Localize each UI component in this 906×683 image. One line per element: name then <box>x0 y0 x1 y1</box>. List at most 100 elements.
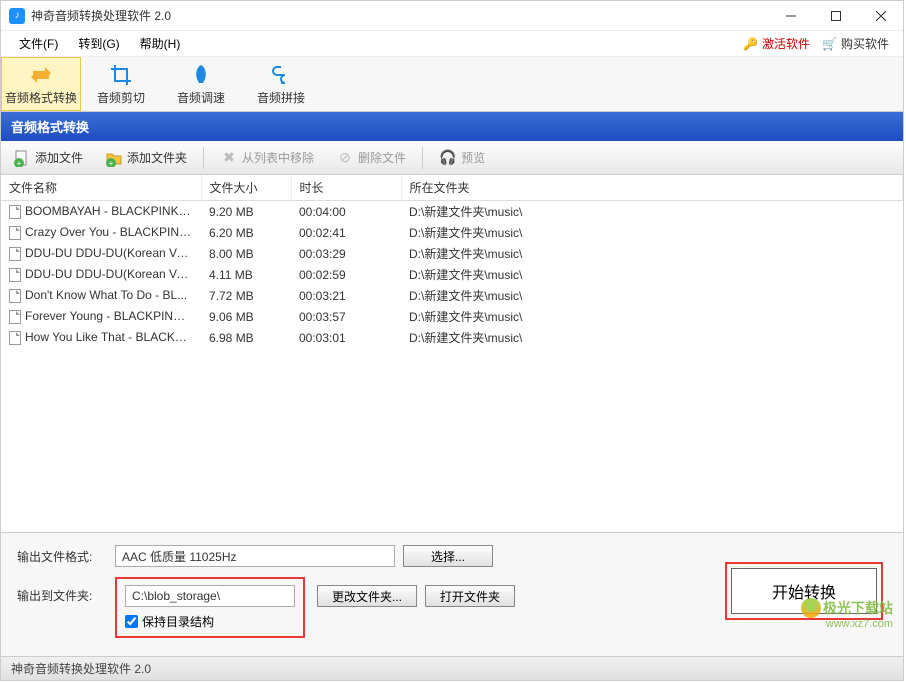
table-row[interactable]: Forever Young - BLACKPINK....9.06 MB00:0… <box>1 306 903 327</box>
preview-button[interactable]: 🎧 预览 <box>433 146 491 170</box>
separator <box>203 147 204 169</box>
cell-folder: D:\新建文件夹\music\ <box>401 201 903 223</box>
remove-icon: ✖ <box>220 149 238 167</box>
file-icon <box>9 289 21 303</box>
file-icon <box>9 226 21 240</box>
output-format-label: 输出文件格式: <box>17 548 107 565</box>
buy-label: 购买软件 <box>841 35 889 52</box>
menu-file[interactable]: 文件(F) <box>9 31 68 56</box>
cell-name: How You Like That - BLACKPI... <box>1 327 201 348</box>
section-header: 音频格式转换 <box>1 112 903 141</box>
menu-goto[interactable]: 转到(G) <box>68 31 129 56</box>
cell-folder: D:\新建文件夹\music\ <box>401 285 903 306</box>
output-folder-field[interactable] <box>125 585 295 607</box>
tool-join[interactable]: 音频拼接 <box>241 57 321 111</box>
activate-label: 激活软件 <box>762 35 810 52</box>
col-name[interactable]: 文件名称 <box>1 175 201 201</box>
output-format-field[interactable] <box>115 545 395 567</box>
select-format-button[interactable]: 选择... <box>403 545 493 567</box>
table-row[interactable]: Crazy Over You - BLACKPINK....6.20 MB00:… <box>1 222 903 243</box>
maximize-button[interactable] <box>813 1 858 31</box>
change-folder-button[interactable]: 更改文件夹... <box>317 585 417 607</box>
cell-folder: D:\新建文件夹\music\ <box>401 306 903 327</box>
rocket-icon <box>189 63 213 87</box>
table-row[interactable]: How You Like That - BLACKPI...6.98 MB00:… <box>1 327 903 348</box>
convert-icon <box>29 63 53 87</box>
table-row[interactable]: DDU-DU DDU-DU(Korean Ver...4.11 MB00:02:… <box>1 264 903 285</box>
buy-link[interactable]: 🛒 购买软件 <box>822 35 889 52</box>
add-file-button[interactable]: + 添加文件 <box>7 146 89 170</box>
file-icon <box>9 205 21 219</box>
cell-duration: 00:03:01 <box>291 327 401 348</box>
separator <box>422 147 423 169</box>
cell-duration: 00:02:41 <box>291 222 401 243</box>
tool-speed-label: 音频调速 <box>177 89 225 106</box>
minimize-button[interactable] <box>768 1 813 31</box>
window-title: 神奇音频转换处理软件 2.0 <box>31 7 768 24</box>
actionbar: + 添加文件 + 添加文件夹 ✖ 从列表中移除 ⊘ 删除文件 🎧 预览 <box>1 141 903 175</box>
output-folder-label: 输出到文件夹: <box>17 587 107 604</box>
cell-name: Crazy Over You - BLACKPINK.... <box>1 222 201 243</box>
cell-duration: 00:03:57 <box>291 306 401 327</box>
cell-folder: D:\新建文件夹\music\ <box>401 222 903 243</box>
remove-button[interactable]: ✖ 从列表中移除 <box>214 146 320 170</box>
cell-size: 4.11 MB <box>201 264 291 285</box>
watermark: 极光下载站 www.xz7.com <box>801 598 893 630</box>
cell-folder: D:\新建文件夹\music\ <box>401 243 903 264</box>
cell-name: DDU-DU DDU-DU(Korean Ver... <box>1 264 201 285</box>
watermark-url: www.xz7.com <box>826 618 893 630</box>
cell-size: 6.98 MB <box>201 327 291 348</box>
menubar: 文件(F) 转到(G) 帮助(H) 🔑 激活软件 🛒 购买软件 <box>1 31 903 57</box>
delete-icon: ⊘ <box>336 149 354 167</box>
add-folder-label: 添加文件夹 <box>127 149 187 166</box>
activate-link[interactable]: 🔑 激活软件 <box>743 35 810 52</box>
delete-button[interactable]: ⊘ 删除文件 <box>330 146 412 170</box>
cell-size: 7.72 MB <box>201 285 291 306</box>
main-toolbar: 音频格式转换 音频剪切 音频调速 音频拼接 <box>1 57 903 112</box>
crop-icon <box>109 63 133 87</box>
file-icon <box>9 247 21 261</box>
cell-name: DDU-DU DDU-DU(Korean Ver... <box>1 243 201 264</box>
key-icon: 🔑 <box>743 37 758 51</box>
add-folder-icon: + <box>105 149 123 167</box>
tool-trim[interactable]: 音频剪切 <box>81 57 161 111</box>
svg-text:+: + <box>109 159 114 167</box>
cell-duration: 00:02:59 <box>291 264 401 285</box>
cell-name: Don't Know What To Do - BL... <box>1 285 201 306</box>
link-icon <box>269 63 293 87</box>
watermark-name: 极光下载站 <box>823 598 893 618</box>
file-icon <box>9 268 21 282</box>
status-text: 神奇音频转换处理软件 2.0 <box>11 660 151 677</box>
add-file-icon: + <box>13 149 31 167</box>
close-button[interactable] <box>858 1 903 31</box>
table-row[interactable]: BOOMBAYAH - BLACKPINK.mp39.20 MB00:04:00… <box>1 201 903 223</box>
cell-size: 6.20 MB <box>201 222 291 243</box>
delete-label: 删除文件 <box>358 149 406 166</box>
headphone-icon: 🎧 <box>439 149 457 167</box>
file-table-area[interactable]: 文件名称 文件大小 时长 所在文件夹 BOOMBAYAH - BLACKPINK… <box>1 175 903 532</box>
bottom-panel: 输出文件格式: 选择... 输出到文件夹: 保持目录结构 更改文件夹... 打开… <box>1 532 903 656</box>
add-file-label: 添加文件 <box>35 149 83 166</box>
open-folder-button[interactable]: 打开文件夹 <box>425 585 515 607</box>
cell-duration: 00:04:00 <box>291 201 401 223</box>
titlebar: ♪ 神奇音频转换处理软件 2.0 <box>1 1 903 31</box>
tool-speed[interactable]: 音频调速 <box>161 57 241 111</box>
cell-size: 9.20 MB <box>201 201 291 223</box>
output-folder-highlight: 保持目录结构 <box>115 577 305 638</box>
cell-name: BOOMBAYAH - BLACKPINK.mp3 <box>1 201 201 223</box>
keep-structure-checkbox[interactable] <box>125 615 138 628</box>
table-row[interactable]: DDU-DU DDU-DU(Korean Ver...8.00 MB00:03:… <box>1 243 903 264</box>
col-size[interactable]: 文件大小 <box>201 175 291 201</box>
col-duration[interactable]: 时长 <box>291 175 401 201</box>
add-folder-button[interactable]: + 添加文件夹 <box>99 146 193 170</box>
cell-name: Forever Young - BLACKPINK.... <box>1 306 201 327</box>
col-folder[interactable]: 所在文件夹 <box>401 175 903 201</box>
cell-size: 8.00 MB <box>201 243 291 264</box>
cell-size: 9.06 MB <box>201 306 291 327</box>
app-icon: ♪ <box>9 8 25 24</box>
tool-trim-label: 音频剪切 <box>97 89 145 106</box>
table-row[interactable]: Don't Know What To Do - BL...7.72 MB00:0… <box>1 285 903 306</box>
tool-format-convert[interactable]: 音频格式转换 <box>1 57 81 111</box>
menu-help[interactable]: 帮助(H) <box>130 31 191 56</box>
watermark-swirl-icon <box>801 598 821 618</box>
